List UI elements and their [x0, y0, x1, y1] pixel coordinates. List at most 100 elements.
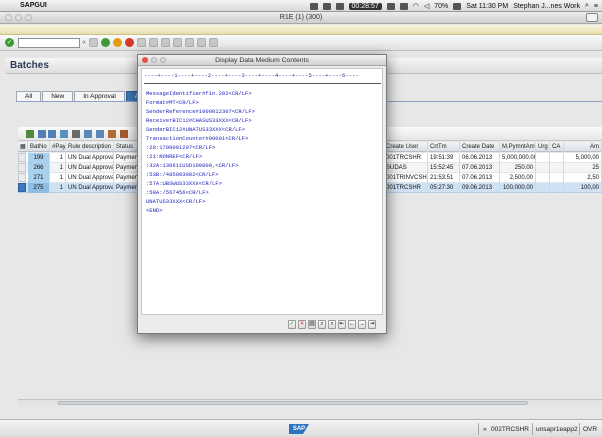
cell-batno[interactable]: 266: [28, 163, 50, 173]
find-next-icon[interactable]: [160, 38, 170, 47]
previous-page-icon[interactable]: [184, 38, 194, 47]
status-expand-icon[interactable]: »: [483, 425, 487, 434]
print-list-icon[interactable]: [84, 130, 92, 138]
cancel-icon[interactable]: [124, 38, 134, 47]
cell-create-user: 001TRCSHR: [384, 183, 428, 193]
confirm-check-icon[interactable]: ✓: [288, 320, 296, 329]
menubar-user[interactable]: Stephan J...nes Work: [513, 3, 580, 10]
sort-descending-icon[interactable]: [48, 130, 56, 138]
cell-status: Payment: [116, 153, 138, 163]
col-header-am[interactable]: Am: [564, 142, 602, 152]
search-icon[interactable]: ⌕: [585, 2, 589, 10]
cell-batno[interactable]: 275: [28, 183, 50, 193]
change-layout-icon[interactable]: [120, 130, 128, 138]
menubar-datetime[interactable]: Sat 11:30 PM: [466, 3, 508, 10]
col-header-urg[interactable]: Urg: [536, 142, 550, 152]
layout-icon[interactable]: [108, 130, 116, 138]
cell-status: Payment: [116, 163, 138, 173]
status-mode[interactable]: OVR: [583, 425, 597, 434]
col-header-rule[interactable]: Rule description: [66, 142, 114, 152]
window-zoom-button[interactable]: [25, 14, 32, 21]
cell-batno[interactable]: 199: [28, 153, 50, 163]
cell-urg: [536, 173, 550, 183]
last-page-icon[interactable]: ⇥: [368, 320, 376, 329]
command-history-icon[interactable]: «: [82, 39, 86, 46]
find-next-icon[interactable]: ⌕: [328, 320, 336, 329]
horizontal-scrollbar[interactable]: [18, 399, 602, 405]
print-icon[interactable]: [136, 38, 146, 47]
cell-rule: UN Dual Approval: [68, 153, 114, 163]
dialog-close-button[interactable]: [142, 57, 148, 63]
first-page-icon[interactable]: ⇤: [338, 320, 346, 329]
message-line: SenderBIC12#UNATUS33XXX<CR/LF>: [146, 126, 246, 133]
evernote-icon[interactable]: [322, 2, 331, 10]
monitor-icon[interactable]: [335, 2, 344, 10]
window-minimize-button[interactable]: [15, 14, 22, 21]
sum-icon[interactable]: [72, 130, 80, 138]
battery-percent[interactable]: 70%: [434, 3, 448, 10]
command-field[interactable]: [18, 37, 80, 48]
filter-icon[interactable]: [60, 130, 68, 138]
export-icon[interactable]: [96, 130, 104, 138]
message-line: :58A:/567456<CR/LF>: [146, 189, 209, 196]
previous-page-icon[interactable]: ←: [348, 320, 356, 329]
find-icon[interactable]: [148, 38, 158, 47]
cell-crttm: 15:52:45: [428, 163, 460, 173]
display-data-medium-dialog: Display Data Medium Contents ----+----1-…: [137, 54, 387, 334]
cell-am: 2,50: [564, 173, 602, 183]
enter-check-icon[interactable]: ✓: [5, 38, 14, 47]
print-icon[interactable]: ▤: [308, 320, 316, 329]
sort-ascending-icon[interactable]: [38, 130, 46, 138]
tab-new[interactable]: New: [42, 91, 74, 101]
select-all-icon[interactable]: ▦: [18, 142, 28, 152]
exit-icon[interactable]: [112, 38, 122, 47]
scrollbar-thumb[interactable]: [58, 401, 528, 405]
timer-readout[interactable]: 00:28:57: [348, 2, 382, 10]
wifi-icon[interactable]: ◠: [413, 2, 419, 10]
cell-rule: UN Dual Approval: [68, 183, 114, 193]
list-icon[interactable]: ≡: [594, 3, 598, 10]
save-icon[interactable]: [88, 38, 98, 47]
cell-pymntamt: 250.00: [500, 163, 536, 173]
col-header-batno[interactable]: BatNo: [28, 142, 50, 152]
app-name[interactable]: SAPGUI: [20, 2, 47, 9]
timemachine-icon[interactable]: [386, 2, 395, 10]
row-selector[interactable]: [18, 173, 26, 182]
col-header-create-user[interactable]: Create User: [384, 142, 428, 152]
window-close-button[interactable]: [5, 14, 12, 21]
tab-all[interactable]: All: [16, 91, 42, 101]
cell-am: 25: [564, 163, 602, 173]
cell-batno[interactable]: 271: [28, 173, 50, 183]
cell-create-date: 07.06.2013: [460, 163, 500, 173]
dialog-titlebar: Display Data Medium Contents: [138, 55, 386, 66]
dialog-zoom-button[interactable]: [160, 57, 166, 63]
cell-create-user: 001TRINVCSHR: [386, 173, 428, 183]
col-header-create-date[interactable]: Create Date: [460, 142, 500, 152]
col-header-pay[interactable]: #Pay: [50, 142, 66, 152]
cell-ca: [550, 163, 564, 173]
volume-icon[interactable]: ◁: [424, 2, 429, 10]
next-page-icon[interactable]: [196, 38, 206, 47]
row-selector[interactable]: [18, 163, 26, 172]
first-page-icon[interactable]: [172, 38, 182, 47]
cancel-x-icon[interactable]: ✕: [298, 320, 306, 329]
message-line: :57A:UBSWUS33XXX<CR/LF>: [146, 180, 222, 187]
dialog-minimize-button[interactable]: [151, 57, 157, 63]
row-selector[interactable]: [18, 153, 26, 162]
col-header-crttm[interactable]: CrtTm: [428, 142, 460, 152]
tab-in-approval[interactable]: In Approval: [74, 91, 125, 101]
col-header-pymntamt[interactable]: M.PymntAmt: [500, 142, 536, 152]
last-page-icon[interactable]: [208, 38, 218, 47]
cell-urg: [536, 163, 550, 173]
col-header-status[interactable]: Status: [114, 142, 138, 152]
bluetooth-icon[interactable]: [399, 2, 408, 10]
next-page-icon[interactable]: →: [358, 320, 366, 329]
row-selector[interactable]: [18, 183, 26, 192]
toolbar-toggle-icon[interactable]: [586, 13, 598, 22]
back-icon[interactable]: [100, 38, 110, 47]
message-line: :32A:130611USD100000,<CR/LF>: [146, 162, 239, 169]
dropbox-icon[interactable]: [309, 2, 318, 10]
find-icon[interactable]: ⌕: [318, 320, 326, 329]
details-icon[interactable]: [26, 130, 34, 138]
col-header-ca[interactable]: CA: [550, 142, 564, 152]
